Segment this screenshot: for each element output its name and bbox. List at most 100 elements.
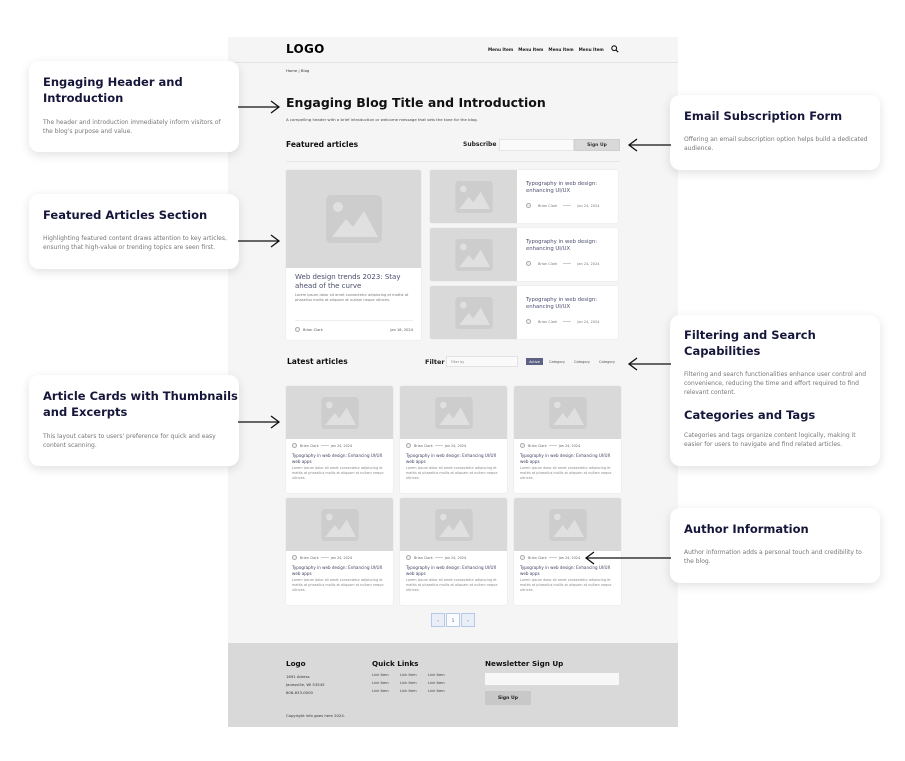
article-title[interactable]: Typography in web design: Enhancing UI/U… [292, 565, 390, 576]
author-name[interactable]: Brian Clark [538, 320, 557, 324]
newsletter-signup-button[interactable]: Sign Up [485, 691, 531, 705]
author-name[interactable]: Brian Clark [300, 444, 319, 448]
footer-link[interactable]: Link Item [372, 681, 400, 685]
separator [434, 445, 443, 446]
article-title[interactable]: Typography in web design: enhancing UI/U… [526, 239, 616, 253]
footer-link[interactable]: Link Item [372, 689, 400, 693]
subscribe-signup-button[interactable]: Sign Up [574, 139, 620, 151]
featured-side-article[interactable]: Typography in web design: enhancing UI/U… [430, 286, 618, 339]
annotation-featured: Featured Articles Section Highlighting f… [29, 194, 239, 269]
filter-chip-category[interactable]: Category [546, 358, 568, 365]
article-date: Jan 24, 2024 [444, 443, 467, 448]
thumbnail [514, 386, 621, 439]
author-name[interactable]: Brian Clark [528, 556, 547, 560]
filter-chip-active[interactable]: Active [526, 358, 543, 365]
article-excerpt: Lorem ipsum dolor sit amet consectetur a… [406, 466, 498, 480]
article-title[interactable]: Typography in web design: Enhancing UI/U… [406, 453, 504, 464]
article-excerpt: Lorem ipsum dolor sit amet consectetur a… [292, 466, 384, 480]
blog-wireframe: LOGO Menu Item Menu Item Menu Item Menu … [228, 37, 678, 727]
filter-input[interactable]: Filter by [446, 356, 518, 367]
separator [548, 557, 557, 558]
article-excerpt: Lorem ipsum dolor sit amet consectetur a… [295, 293, 409, 302]
page-title: Engaging Blog Title and Introduction [286, 95, 546, 110]
menu-item[interactable]: Menu Item [579, 47, 604, 52]
logo[interactable]: LOGO [286, 42, 325, 56]
footer-link[interactable]: Link Item [372, 673, 400, 677]
footer: Logo 1691 Adress Janesville, WI 53545 60… [228, 643, 678, 727]
footer-link[interactable]: Link Item [428, 673, 456, 677]
breadcrumb[interactable]: Home | Blog [286, 68, 309, 73]
thumbnail [286, 386, 393, 439]
article-card[interactable]: Brian Clark Jan 24, 2024 Typography in web… [400, 498, 507, 605]
author-avatar-icon [520, 555, 525, 560]
newsletter-title: Newsletter Sign Up [485, 659, 564, 668]
footer-link[interactable]: Link Item [428, 681, 456, 685]
image-placeholder-icon [454, 180, 493, 213]
thumbnail [286, 498, 393, 551]
author-avatar-icon [292, 443, 297, 448]
page-button-current[interactable]: 1 [446, 613, 460, 627]
article-title[interactable]: Typography in web design: Enhancing UI/U… [520, 565, 618, 576]
image-placeholder-icon [434, 396, 473, 429]
menu-item[interactable]: Menu Item [488, 47, 513, 52]
article-date: Jan 24, 2024 [558, 555, 581, 560]
author-avatar-icon [295, 327, 300, 332]
filter-chip-category[interactable]: Category [571, 358, 593, 365]
featured-side-article[interactable]: Typography in web design: enhancing UI/U… [430, 170, 618, 223]
article-card[interactable]: Brian Clark Jan 24, 2024 Typography in web… [286, 386, 393, 493]
article-title[interactable]: Typography in web design: Enhancing UI/U… [406, 565, 504, 576]
newsletter-email-input[interactable] [485, 673, 619, 685]
article-date: Jan 24, 2024 [330, 443, 353, 448]
author-name[interactable]: Brian Clark [300, 556, 319, 560]
author-name[interactable]: Brian Clark [303, 328, 323, 332]
thumbnail [400, 498, 507, 551]
image-placeholder-icon [548, 508, 587, 541]
annotation-text: Highlighting featured content draws atte… [43, 235, 227, 251]
article-date: Jan 24, 2024 [444, 555, 467, 560]
prev-page-button[interactable]: ‹ [431, 613, 445, 627]
author-name[interactable]: Brian Clark [528, 444, 547, 448]
article-meta: Brian Clark Jan 24, 2024 [526, 203, 599, 208]
annotation-text: Offering an email subscription option he… [684, 136, 868, 152]
featured-main-article[interactable]: Web design trends 2023: Stay ahead of th… [286, 170, 421, 340]
footer-link[interactable]: Link Item [400, 673, 428, 677]
author-name[interactable]: Brian Clark [414, 444, 433, 448]
annotation-title: Engaging Header and Introduction [43, 75, 183, 105]
author-avatar-icon [292, 555, 297, 560]
footer-link[interactable]: Link Item [400, 689, 428, 693]
subscribe-email-input[interactable] [499, 139, 574, 151]
article-card[interactable]: Brian Clark Jan 24, 2024 Typography in web… [400, 386, 507, 493]
quick-links: Link Item Link Item Link Item Link Item … [372, 673, 456, 693]
author-name[interactable]: Brian Clark [414, 556, 433, 560]
article-date: Jan 24, 2024 [330, 555, 353, 560]
arrow-right-icon [238, 100, 281, 114]
author-name[interactable]: Brian Clark [538, 204, 557, 208]
article-excerpt: Lorem ipsum dolor sit amet consectetur a… [292, 578, 384, 592]
article-card[interactable]: Brian Clark Jan 24, 2024 Typography in web… [514, 386, 621, 493]
menu-item[interactable]: Menu Item [518, 47, 543, 52]
article-card[interactable]: Brian Clark Jan 24, 2024 Typography in web… [286, 498, 393, 605]
thumbnail [514, 498, 621, 551]
subscribe-label: Subscribe [463, 141, 497, 148]
menu-item[interactable]: Menu Item [548, 47, 573, 52]
top-nav: LOGO Menu Item Menu Item Menu Item Menu … [228, 37, 678, 63]
article-title[interactable]: Typography in web design: Enhancing UI/U… [520, 453, 618, 464]
thumbnail [286, 170, 421, 268]
separator [563, 263, 572, 264]
separator [548, 445, 557, 446]
footer-link[interactable]: Link Item [400, 681, 428, 685]
article-title[interactable]: Typography in web design: enhancing UI/U… [526, 181, 616, 195]
article-title[interactable]: Typography in web design: Enhancing UI/U… [292, 453, 390, 464]
featured-side-article[interactable]: Typography in web design: enhancing UI/U… [430, 228, 618, 281]
next-page-button[interactable]: › [461, 613, 475, 627]
footer-logo[interactable]: Logo [286, 659, 306, 668]
separator [320, 445, 329, 446]
search-icon[interactable] [611, 45, 619, 53]
footer-link[interactable]: Link Item [428, 689, 456, 693]
image-placeholder-icon [320, 508, 359, 541]
article-title[interactable]: Web design trends 2023: Stay ahead of th… [295, 273, 415, 291]
author-name[interactable]: Brian Clark [538, 262, 557, 266]
filter-chip-category[interactable]: Category [596, 358, 618, 365]
article-title[interactable]: Typography in web design: enhancing UI/U… [526, 297, 616, 311]
annotation-title: Article Cards with Thumbnails and Excerp… [43, 389, 238, 419]
